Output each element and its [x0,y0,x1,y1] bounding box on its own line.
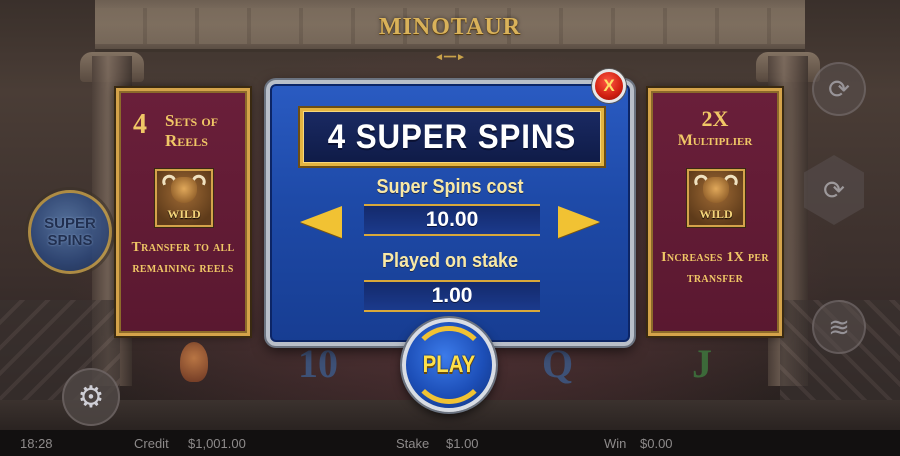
minotaur-head-icon [171,177,197,203]
multiplier-value: 2X [701,106,729,131]
win-label: Win [604,436,627,451]
panel-heading: 2X Multiplier [651,107,779,151]
reel-symbol-queen: Q [542,341,574,386]
game-logo: MINOTAUR [378,14,522,40]
close-button[interactable]: X [592,69,626,103]
multiplier-label: Multiplier [677,132,753,149]
multiplier-description: Increases 1X per transfer [661,250,769,286]
reel-sets-count: 4 [133,109,147,140]
stake-status-value: $1.00 [446,436,479,451]
play-label: PLAY [422,351,476,378]
transfer-description: Transfer to all remaining reels [131,240,235,276]
coins-icon[interactable]: ≋ [812,300,866,354]
credit-label: Credit [134,436,169,451]
stake-value-bar: 1.00 [364,280,540,312]
stake-status-label: Stake [396,436,430,451]
settings-gear-icon[interactable]: ⚙ [62,368,120,426]
super-spins-label-1: SUPER [44,215,96,232]
wild-label: WILD [699,207,733,221]
credit-value: $1,001.00 [188,436,246,451]
super-spins-dialog: 4 SUPER SPINS Super Spins cost 10.00 Pla… [266,80,634,346]
stake-value: 1.00 [431,284,473,307]
stake-label: Played on stake [381,250,519,272]
cost-label: Super Spins cost [376,176,524,198]
win-value: $0.00 [640,436,673,451]
wild-symbol-tile: WILD [687,169,745,227]
play-button[interactable]: PLAY [402,318,496,412]
status-bar: 18:28 Credit $1,001.00 Stake $1.00 Win $… [0,430,900,456]
cost-value: 10.00 [425,208,479,231]
dialog-title: 4 SUPER SPINS [327,117,577,156]
super-spins-button[interactable]: SUPER SPINS [28,190,112,274]
autoplay-icon[interactable]: ⟳ [812,62,866,116]
minotaur-head-icon [703,177,729,203]
clock: 18:28 [20,436,53,451]
cost-value-bar: 10.00 [364,204,540,236]
close-icon: X [603,76,615,95]
increase-arrow-icon[interactable] [558,206,600,238]
logo-ornament: ◄━━► [434,52,466,63]
wild-label: WILD [167,207,201,221]
reel-symbol-ten: 10 [298,341,338,386]
decrease-arrow-icon[interactable] [300,206,342,238]
reel-sets-label: Sets of Reels [165,111,219,150]
reel-symbol-jack: J [692,341,712,386]
sets-of-reels-panel: 4 Sets of Reels WILD Transfer to all rem… [116,88,250,336]
vase-symbol [180,342,208,382]
wild-symbol-tile: WILD [155,169,213,227]
multiplier-panel: 2X Multiplier WILD Increases 1X per tran… [648,88,782,336]
title-plate: 4 SUPER SPINS [300,108,604,166]
super-spins-label-2: SPINS [47,232,93,249]
